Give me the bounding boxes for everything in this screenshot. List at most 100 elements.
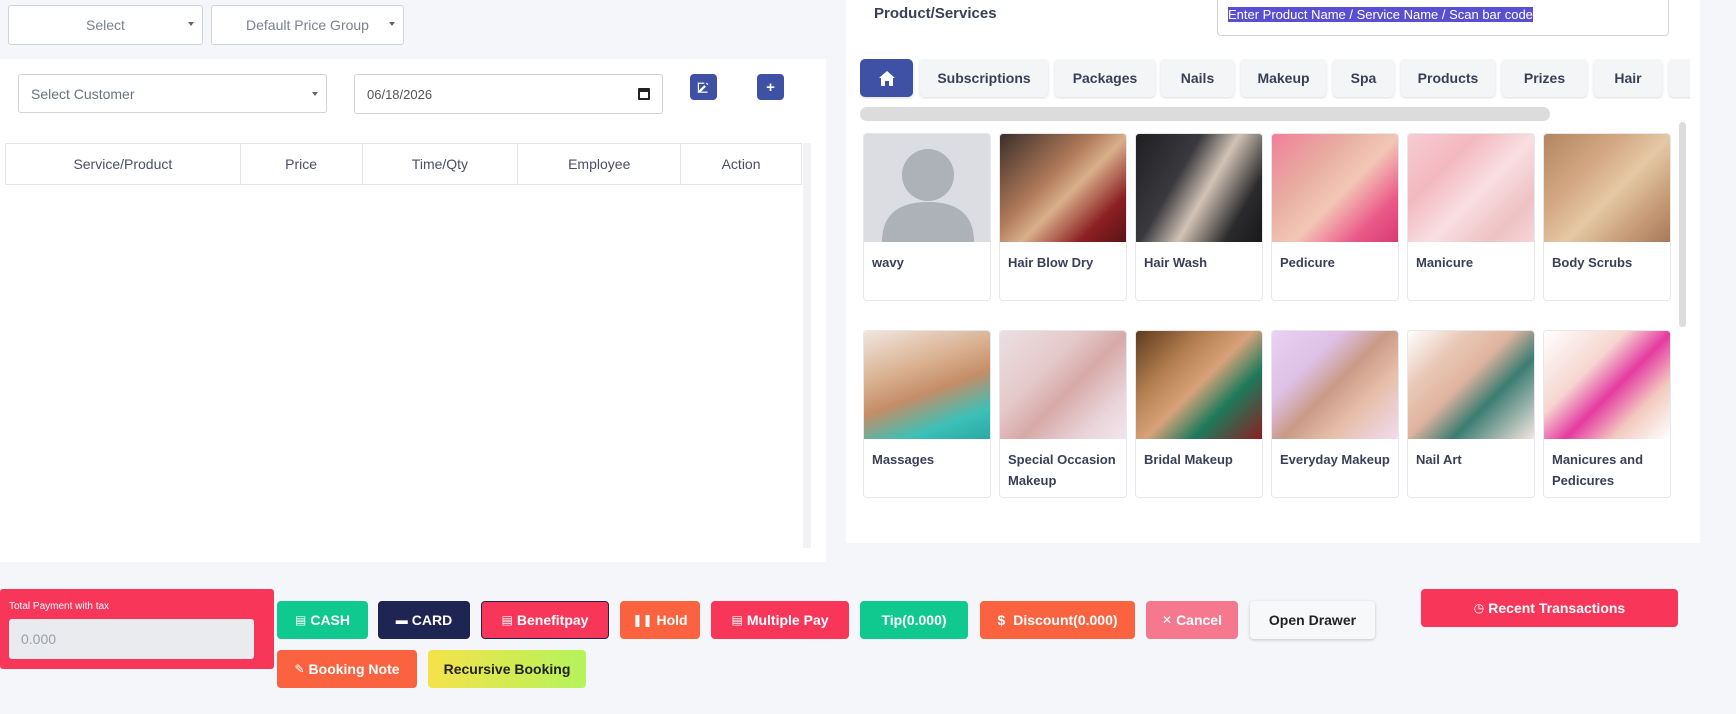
- product-card[interactable]: Hair Blow Dry: [999, 133, 1127, 301]
- price-group-select[interactable]: Default Price Group: [211, 5, 404, 45]
- tip-button[interactable]: Tip(0.000): [860, 601, 968, 639]
- product-name: Special Occasion Makeup: [1008, 452, 1116, 488]
- product-search-input[interactable]: Enter Product Name / Service Name / Scan…: [1217, 0, 1669, 36]
- discount-label: Discount(0.000): [1013, 612, 1118, 628]
- date-input[interactable]: 06/18/2026: [354, 74, 663, 114]
- product-card[interactable]: Body Scrubs: [1543, 133, 1671, 301]
- col-price: Price: [239, 143, 363, 185]
- product-card[interactable]: Pedicure: [1271, 133, 1399, 301]
- product-name: Hair Wash: [1144, 255, 1208, 270]
- close-icon: ✕: [1162, 613, 1173, 627]
- recent-transactions-button[interactable]: ◷ Recent Transactions: [1421, 589, 1678, 627]
- cash-button[interactable]: ▤ CASH: [277, 601, 368, 639]
- caret-down-icon: [312, 92, 318, 96]
- product-name: Bridal Makeup: [1144, 452, 1233, 467]
- product-card[interactable]: Manicure: [1407, 133, 1535, 301]
- product-name: Nail Art: [1416, 452, 1462, 467]
- edit-icon: [697, 82, 709, 93]
- product-card[interactable]: Bridal Makeup: [1135, 330, 1263, 498]
- product-image: [1000, 134, 1126, 242]
- card-icon: ▤: [501, 613, 513, 627]
- table-scrollbar[interactable]: [803, 143, 811, 548]
- product-name: Manicures and Pedicures: [1552, 452, 1644, 488]
- tab-home[interactable]: [860, 59, 913, 97]
- tab-prizes[interactable]: Prizes: [1502, 59, 1587, 97]
- product-name: Manicure: [1416, 255, 1474, 270]
- card-label: CARD: [411, 612, 453, 628]
- product-image: [1408, 134, 1534, 242]
- search-text: Enter Product Name / Service Name / Scan…: [1228, 7, 1533, 22]
- product-card[interactable]: Massages: [863, 330, 991, 498]
- tab-makeup[interactable]: Makeup: [1241, 59, 1326, 97]
- open-drawer-label: Open Drawer: [1268, 612, 1357, 628]
- col-employee: Employee: [517, 143, 682, 185]
- table-header-row: Service/Product Price Time/Qty Employee …: [5, 143, 802, 185]
- product-image: [864, 331, 990, 439]
- type-select[interactable]: Select: [8, 5, 203, 45]
- tab-more[interactable]: [1669, 59, 1690, 97]
- clock-icon: ◷: [1473, 601, 1485, 615]
- product-card[interactable]: Everyday Makeup: [1271, 330, 1399, 498]
- product-image: [1136, 331, 1262, 439]
- top-selects-bar: Select Default Price Group: [0, 0, 826, 59]
- col-action: Action: [680, 143, 802, 185]
- product-name: Massages: [872, 452, 935, 467]
- dollar-icon: $: [997, 612, 1006, 628]
- tab-nails[interactable]: Nails: [1161, 59, 1234, 97]
- benefitpay-label: Benefitpay: [516, 612, 589, 628]
- multiple-pay-button[interactable]: ▤ Multiple Pay: [711, 601, 849, 639]
- category-tabs: Subscriptions Packages Nails Makeup Spa …: [860, 59, 1690, 99]
- tab-hair[interactable]: Hair: [1594, 59, 1662, 97]
- recursive-booking-label: Recursive Booking: [443, 661, 571, 677]
- card-icon: ▤: [731, 613, 743, 627]
- caret-down-icon: [188, 22, 194, 26]
- credit-card-icon: ▬: [395, 613, 408, 627]
- booking-note-label: Booking Note: [308, 661, 400, 677]
- discount-button[interactable]: $ Discount(0.000): [980, 601, 1135, 639]
- product-image: [1408, 331, 1534, 439]
- total-payment-field[interactable]: 0.000: [9, 619, 254, 659]
- calendar-icon[interactable]: [638, 88, 650, 100]
- product-card[interactable]: Special Occasion Makeup: [999, 330, 1127, 498]
- product-image: [1272, 331, 1398, 439]
- tab-spa[interactable]: Spa: [1333, 59, 1394, 97]
- service-table: Service/Product Price Time/Qty Employee …: [5, 143, 802, 185]
- tabs-scrollbar[interactable]: [860, 107, 1550, 121]
- add-customer-button[interactable]: +: [757, 74, 784, 100]
- product-image: [1136, 134, 1262, 242]
- tab-products[interactable]: Products: [1401, 59, 1495, 97]
- multiple-pay-label: Multiple Pay: [746, 612, 829, 628]
- open-drawer-button[interactable]: Open Drawer: [1250, 601, 1375, 639]
- booking-note-button[interactable]: ✎ Booking Note: [277, 650, 417, 688]
- product-image: [1544, 134, 1670, 242]
- product-card[interactable]: Manicures and Pedicures: [1543, 330, 1671, 498]
- recursive-booking-button[interactable]: Recursive Booking: [428, 650, 586, 688]
- pause-icon: ❚❚: [632, 613, 653, 627]
- total-payment-label: Total Payment with tax: [9, 601, 110, 612]
- pencil-icon: ✎: [294, 662, 305, 676]
- product-card[interactable]: wavy: [863, 133, 991, 301]
- hold-button[interactable]: ❚❚ Hold: [620, 601, 700, 639]
- plus-icon: +: [766, 78, 775, 96]
- products-scrollbar[interactable]: [1679, 122, 1686, 327]
- cancel-button[interactable]: ✕ Cancel: [1146, 601, 1238, 639]
- product-card[interactable]: Hair Wash: [1135, 133, 1263, 301]
- product-name: Pedicure: [1280, 255, 1335, 270]
- benefitpay-button[interactable]: ▤ Benefitpay: [481, 601, 609, 639]
- tip-label: Tip(0.000): [881, 612, 947, 628]
- order-panel: Select Customer 06/18/2026 + Service/Pro…: [0, 59, 826, 562]
- product-image: [1000, 331, 1126, 439]
- date-value: 06/18/2026: [367, 86, 433, 102]
- edit-customer-button[interactable]: [690, 74, 717, 100]
- hold-label: Hold: [656, 612, 688, 628]
- tab-subscriptions[interactable]: Subscriptions: [920, 59, 1048, 97]
- card-button[interactable]: ▬ CARD: [378, 601, 470, 639]
- customer-select[interactable]: Select Customer: [18, 74, 327, 113]
- product-services-label: Product/Services: [874, 5, 997, 22]
- cash-label: CASH: [310, 612, 350, 628]
- product-panel: Product/Services Enter Product Name / Se…: [846, 0, 1700, 543]
- product-card[interactable]: Nail Art: [1407, 330, 1535, 498]
- customer-select-placeholder: Select Customer: [31, 85, 135, 102]
- type-select-value: Select: [86, 17, 125, 33]
- tab-packages[interactable]: Packages: [1055, 59, 1155, 97]
